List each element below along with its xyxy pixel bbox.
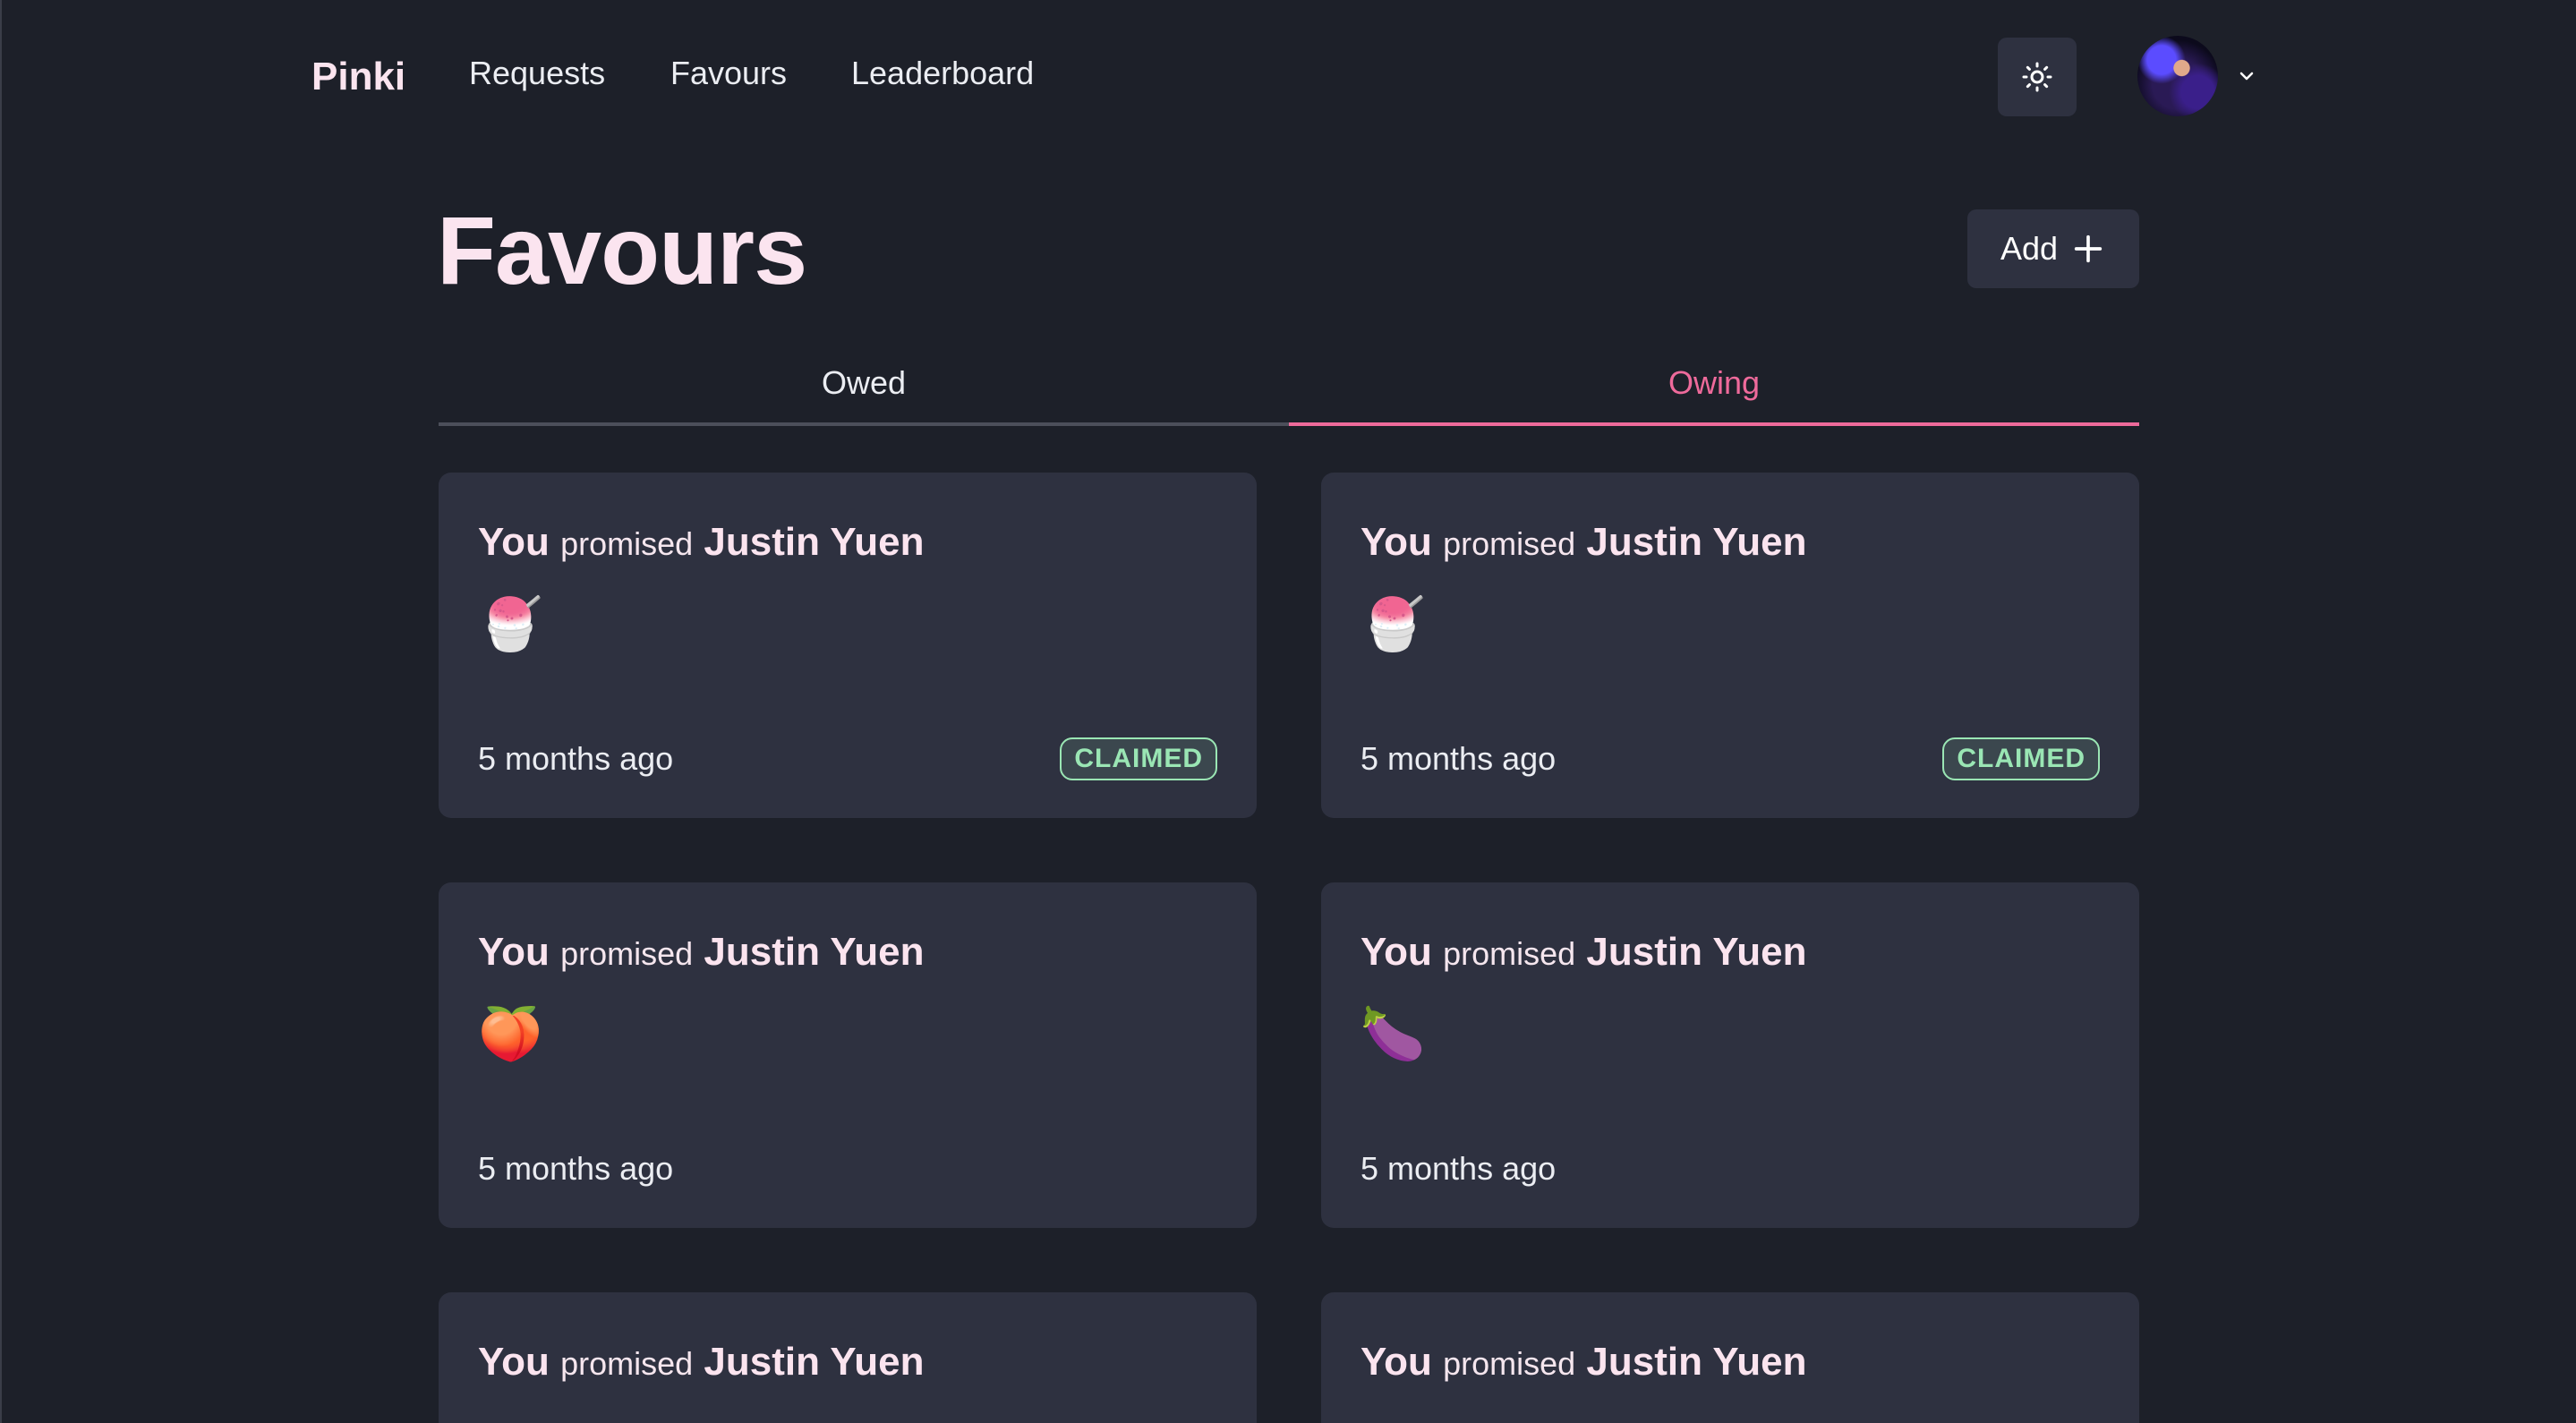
favour-card[interactable]: You promised Justin Yuen 🍆 5 months ago (1321, 882, 2139, 1228)
favour-card[interactable]: You promised Justin Yuen (439, 1292, 1257, 1423)
shaved-ice-icon: 🍧 (478, 595, 543, 653)
user-menu[interactable] (2137, 36, 2257, 116)
tab-owed-label: Owed (821, 364, 907, 401)
sun-icon (2022, 62, 2052, 92)
card-target: Justin Yuen (1586, 930, 1807, 974)
brand-logo[interactable]: Pinki (311, 52, 405, 102)
card-target: Justin Yuen (704, 1340, 925, 1384)
card-target: Justin Yuen (704, 520, 925, 564)
card-title: You promised Justin Yuen (478, 517, 925, 569)
card-verb: promised (1443, 1345, 1576, 1382)
status-badge: CLAIMED (1060, 737, 1217, 780)
card-verb: promised (1443, 935, 1576, 972)
favour-card[interactable]: You promised Justin Yuen 🍧 5 months ago … (1321, 473, 2139, 818)
card-actor: You (1361, 520, 1432, 564)
card-actor: You (478, 1340, 550, 1384)
nav-link-favours[interactable]: Favours (670, 52, 787, 95)
card-title: You promised Justin Yuen (478, 1337, 925, 1389)
top-navbar: Pinki Requests Favours Leaderboard (0, 0, 2576, 152)
card-verb: promised (560, 525, 694, 562)
card-timestamp: 5 months ago (1361, 740, 1557, 777)
plus-icon (2074, 234, 2103, 263)
nav-link-requests[interactable]: Requests (469, 52, 605, 95)
window-edge (0, 0, 2, 1423)
shaved-ice-icon: 🍧 (1361, 595, 1426, 653)
card-actor: You (1361, 1340, 1432, 1384)
tab-owed[interactable]: Owed (439, 358, 1289, 426)
avatar[interactable] (2137, 36, 2218, 116)
tab-owing-label: Owing (1668, 364, 1761, 401)
chevron-down-icon (2239, 72, 2254, 81)
card-verb: promised (560, 1345, 694, 1382)
card-actor: You (1361, 930, 1432, 974)
tab-owing[interactable]: Owing (1289, 358, 2139, 426)
add-favour-button[interactable]: Add (1967, 209, 2139, 288)
page-title: Favours (437, 196, 807, 304)
card-actor: You (478, 930, 550, 974)
tab-owed-underline (439, 422, 1289, 426)
eggplant-icon: 🍆 (1361, 1005, 1426, 1063)
card-title: You promised Justin Yuen (478, 927, 925, 979)
status-badge: CLAIMED (1942, 737, 2100, 780)
favour-tabs: Owed Owing (439, 358, 2139, 426)
card-target: Justin Yuen (704, 930, 925, 974)
card-verb: promised (560, 935, 694, 972)
tab-owing-underline (1289, 422, 2139, 426)
favour-card[interactable]: You promised Justin Yuen (1321, 1292, 2139, 1423)
peach-icon: 🍑 (478, 1005, 543, 1063)
card-timestamp: 5 months ago (478, 740, 674, 777)
card-actor: You (478, 520, 550, 564)
card-title: You promised Justin Yuen (1361, 517, 1807, 569)
nav-link-leaderboard[interactable]: Leaderboard (851, 52, 1034, 95)
add-button-label: Add (2000, 230, 2059, 267)
card-title: You promised Justin Yuen (1361, 1337, 1807, 1389)
favour-card[interactable]: You promised Justin Yuen 🍑 5 months ago (439, 882, 1257, 1228)
card-title: You promised Justin Yuen (1361, 927, 1807, 979)
card-timestamp: 5 months ago (478, 1150, 674, 1187)
card-timestamp: 5 months ago (1361, 1150, 1557, 1187)
card-verb: promised (1443, 525, 1576, 562)
theme-toggle-button[interactable] (1998, 38, 2077, 116)
card-target: Justin Yuen (1586, 520, 1807, 564)
card-target: Justin Yuen (1586, 1340, 1807, 1384)
favour-card[interactable]: You promised Justin Yuen 🍧 5 months ago … (439, 473, 1257, 818)
